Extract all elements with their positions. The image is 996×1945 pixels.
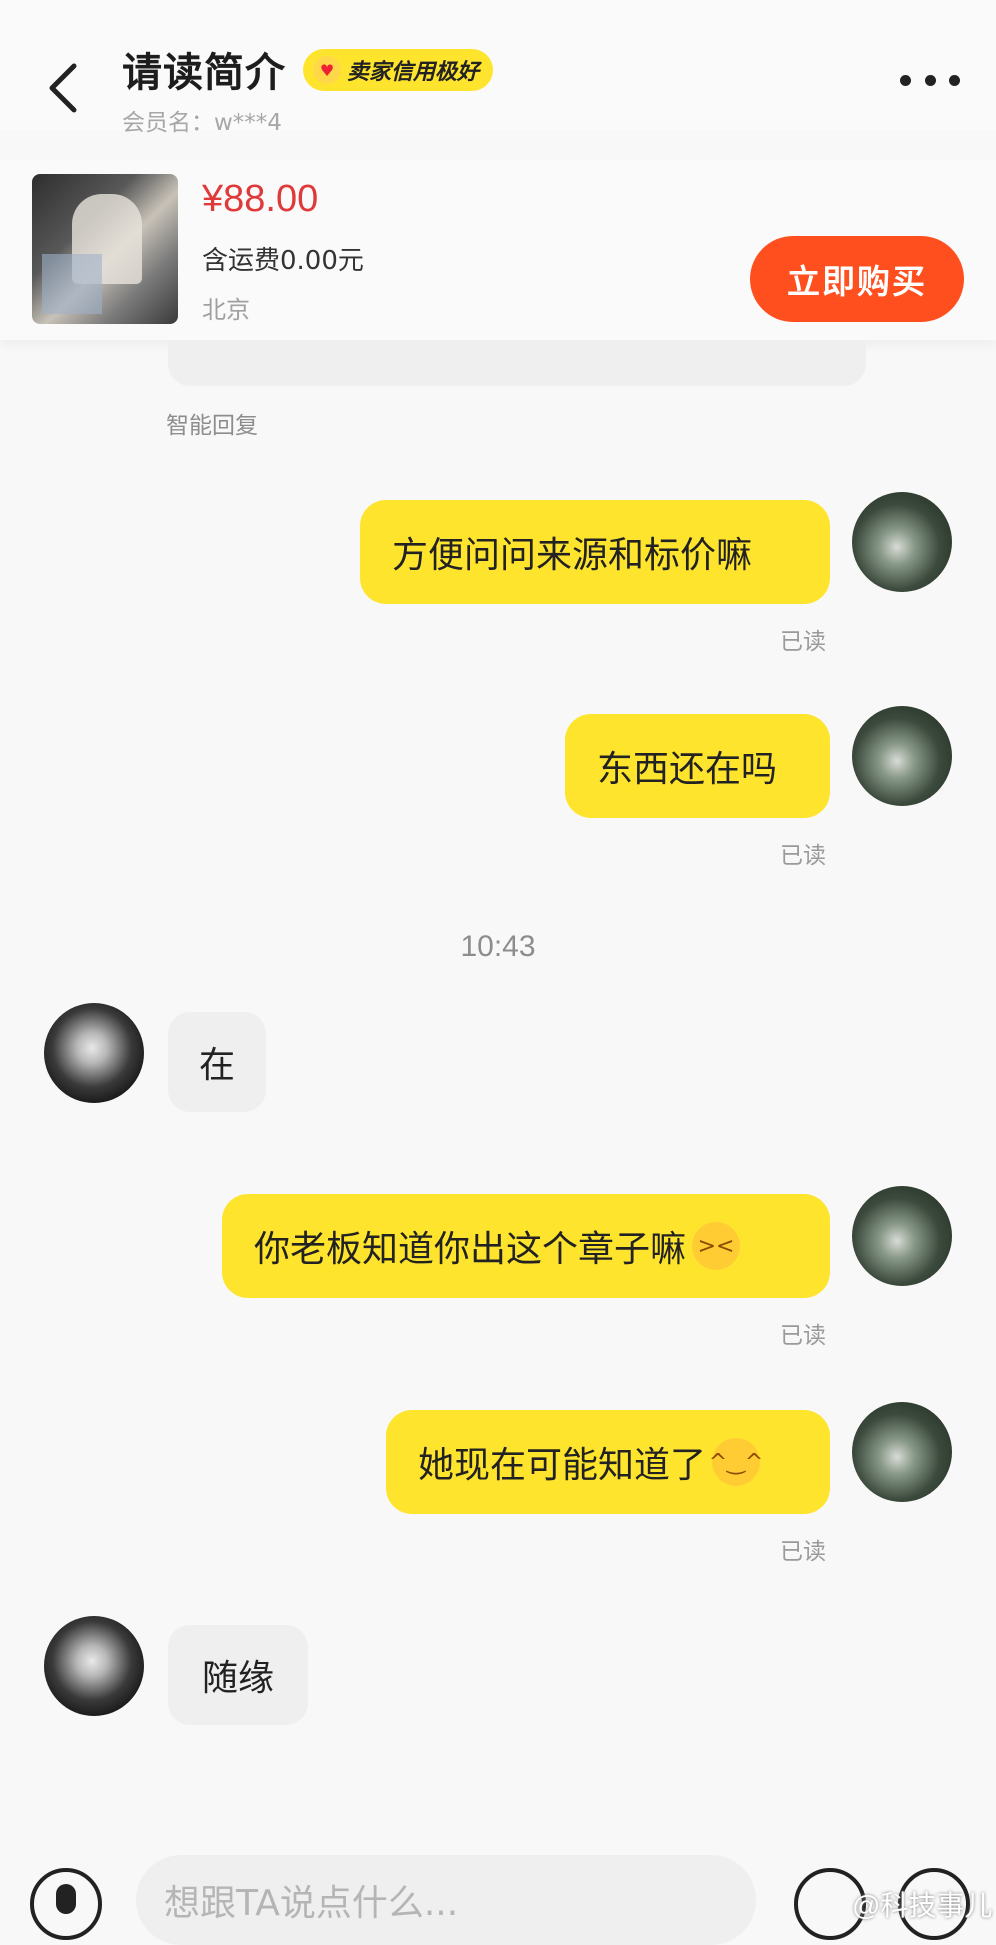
heart-eyes-icon: ♥ (313, 56, 341, 84)
read-receipt: 已读 (780, 629, 826, 655)
grinning-squint-emoji-icon: >< (692, 1222, 741, 1270)
seller-avatar[interactable] (44, 1003, 144, 1103)
message-bubble-sent[interactable]: 她现在可能知道了 ^‿^ (386, 1410, 830, 1514)
read-receipt: 已读 (780, 1323, 826, 1349)
shipping-fee: 含运费0.00元 (202, 246, 364, 276)
my-avatar[interactable] (852, 1402, 952, 1502)
back-arrow-icon[interactable] (44, 58, 84, 118)
chat-timestamp: 10:43 (460, 930, 536, 963)
smart-reply-label: 智能回复 (166, 413, 258, 439)
product-location: 北京 (202, 296, 250, 324)
message-text: 东西还在吗 (597, 749, 778, 790)
seller-credit-badge: ♥ 卖家信用极好 (303, 49, 494, 91)
my-avatar[interactable] (852, 492, 952, 592)
message-text: 在 (198, 1045, 235, 1086)
buy-now-button[interactable]: 立即购买 (750, 236, 964, 322)
hugging-face-emoji-icon: ^‿^ (709, 1438, 763, 1486)
message-bubble-received[interactable]: 随缘 (168, 1625, 308, 1725)
input-placeholder: 想跟TA说点什么... (164, 1883, 459, 1924)
my-avatar[interactable] (852, 1186, 952, 1286)
message-bubble-sent[interactable]: 方便问问来源和标价嘛 (360, 500, 830, 604)
message-text: 随缘 (201, 1658, 274, 1699)
read-receipt: 已读 (780, 843, 826, 869)
message-text: 你老板知道你出这个章子嘛 (254, 1229, 687, 1270)
page-title: 请读简介 (122, 50, 286, 96)
message-bubble-sent[interactable]: 东西还在吗 (565, 714, 830, 818)
message-input[interactable]: 想跟TA说点什么... (136, 1855, 756, 1945)
watermark: @科技事儿 (852, 1890, 993, 1921)
message-bubble-sent[interactable]: 你老板知道你出这个章子嘛 >< (222, 1194, 830, 1298)
message-text: 她现在可能知道了 (418, 1445, 707, 1486)
more-dots-icon[interactable] (900, 75, 960, 95)
my-avatar[interactable] (852, 706, 952, 806)
mic-icon[interactable] (30, 1868, 102, 1940)
product-thumbnail[interactable] (32, 174, 178, 324)
message-text: 方便问问来源和标价嘛 (392, 535, 753, 576)
partial-message-bubble (168, 340, 866, 386)
seller-avatar[interactable] (44, 1616, 144, 1716)
badge-label: 卖家信用极好 (347, 60, 480, 85)
read-receipt: 已读 (780, 1539, 826, 1565)
product-price: ¥88.00 (202, 178, 319, 220)
message-bubble-received[interactable]: 在 (168, 1012, 266, 1112)
member-name: 会员名：w***4 (122, 110, 282, 136)
